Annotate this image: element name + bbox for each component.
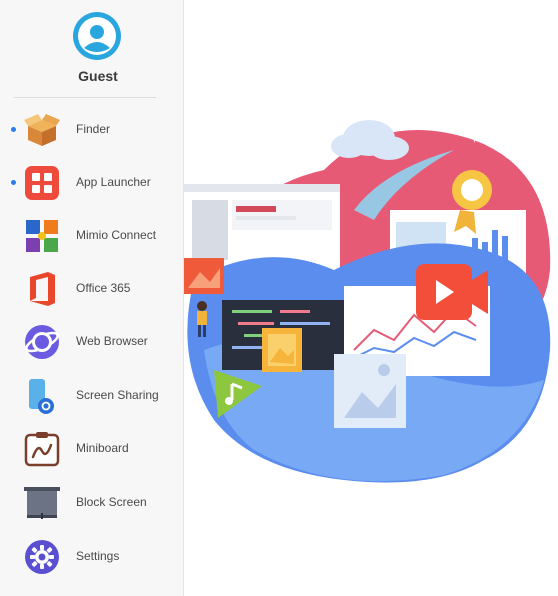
settings-gear-icon (22, 537, 62, 577)
sidebar-item-settings[interactable]: Settings (0, 531, 184, 581)
sidebar-item-label: Screen Sharing (76, 388, 159, 402)
sidebar: Guest Finder App Launcher Mimio Connect … (0, 0, 184, 596)
image-tile-icon (184, 258, 224, 294)
sidebar-item-screen-sharing[interactable]: Screen Sharing (0, 370, 184, 420)
divider (14, 97, 156, 98)
mimio-connect-icon (22, 216, 62, 256)
sidebar-item-label: Miniboard (76, 441, 129, 455)
finder-box-icon (22, 110, 62, 150)
block-screen-icon (22, 483, 62, 523)
sidebar-item-block-screen[interactable]: Block Screen (0, 477, 184, 527)
image-tile-icon (262, 328, 302, 372)
user-profile[interactable]: Guest (0, 0, 196, 96)
office-365-icon (22, 269, 62, 309)
user-name: Guest (78, 68, 118, 84)
miniboard-icon (22, 429, 62, 469)
sidebar-item-label: Block Screen (76, 495, 147, 509)
web-browser-icon (22, 322, 62, 362)
sidebar-item-app-launcher[interactable]: App Launcher (0, 157, 184, 207)
cloud-icon (331, 120, 409, 160)
sidebar-item-mimio-connect[interactable]: Mimio Connect (0, 210, 184, 260)
active-indicator (11, 180, 16, 185)
sidebar-item-label: Settings (76, 549, 120, 563)
sidebar-item-miniboard[interactable]: Miniboard (0, 423, 184, 473)
screen-sharing-icon (22, 376, 62, 416)
active-indicator (11, 127, 16, 132)
sidebar-item-finder[interactable]: Finder (0, 104, 184, 154)
hero-illustration (184, 100, 558, 500)
sidebar-item-office-365[interactable]: Office 365 (0, 263, 184, 313)
sidebar-item-label: Office 365 (76, 281, 131, 295)
sidebar-item-web-browser[interactable]: Web Browser (0, 316, 184, 366)
sidebar-item-label: App Launcher (76, 175, 151, 189)
image-tile-icon (334, 354, 406, 428)
app-launcher-icon (22, 163, 62, 203)
user-avatar-icon (73, 12, 121, 60)
sidebar-item-label: Web Browser (76, 334, 148, 348)
sidebar-item-label: Mimio Connect (76, 228, 157, 242)
sidebar-item-label: Finder (76, 122, 111, 136)
